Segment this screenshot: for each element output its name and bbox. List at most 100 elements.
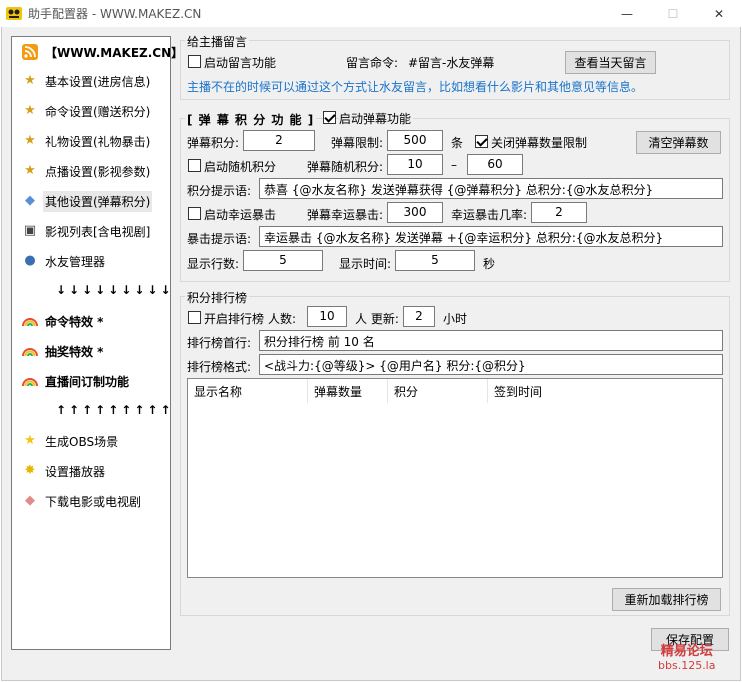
lucky-crit-checkbox[interactable] xyxy=(188,207,201,220)
display-rows-input[interactable]: 5 xyxy=(243,250,323,271)
column-header-checkin-time[interactable]: 签到时间 xyxy=(488,379,588,403)
arrows-down: ↓↓↓↓↓↓↓↓↓ xyxy=(56,283,174,297)
rank-list[interactable]: 显示名称 弹幕数量 积分 签到时间 xyxy=(187,378,723,578)
sidebar-item-player[interactable]: ✸ 设置播放器 xyxy=(12,458,168,484)
danmu-limit-input[interactable]: 500 xyxy=(387,130,443,151)
enable-danmu-label: 启动弹幕功能 xyxy=(339,110,414,127)
forum-watermark: 精易论坛 bbs.125.la xyxy=(658,645,715,673)
title-bar: 助手配置器 - WWW.MAKEZ.CN — ☐ ✕ xyxy=(0,0,742,27)
rank-first-row-input[interactable]: 积分排行榜 前 10 名 xyxy=(259,330,723,351)
medal-icon: ★ xyxy=(24,73,36,88)
sidebar-item-users[interactable]: ● 水友管理器 xyxy=(12,248,168,274)
message-command-value: #留言-水友弹幕 xyxy=(408,56,495,70)
star-icon: ★ xyxy=(24,433,36,448)
maximize-button[interactable]: ☐ xyxy=(650,0,696,27)
enable-danmu-checkbox[interactable] xyxy=(323,111,336,124)
medal-icon: ★ xyxy=(24,103,36,118)
rank-group-title: 积分排行榜 xyxy=(185,289,250,306)
view-today-messages-button[interactable]: 查看当天留言 xyxy=(565,51,656,74)
minimize-button[interactable]: — xyxy=(604,0,650,27)
close-button[interactable]: ✕ xyxy=(696,0,742,27)
window-title: 助手配置器 - WWW.MAKEZ.CN xyxy=(28,7,202,21)
rainbow-icon xyxy=(22,313,38,329)
display-time-unit: 秒 xyxy=(483,257,496,271)
crit-prompt-label: 暴击提示语: xyxy=(187,232,252,246)
random-max-input[interactable]: 60 xyxy=(467,154,523,175)
sidebar-item-label: 生成OBS场景 xyxy=(45,434,119,449)
rank-format-label: 排行榜格式: xyxy=(187,360,252,374)
sidebar-item-label: 点播设置(影视参数) xyxy=(45,164,151,179)
sidebar-item-label: 基本设置(进房信息) xyxy=(45,74,151,89)
sparkle-icon: ✸ xyxy=(24,463,36,478)
sidebar-item-label: 直播间订制功能 xyxy=(45,374,130,389)
danmu-limit-label: 弹幕限制: xyxy=(331,136,384,150)
sidebar-item-custom[interactable]: 直播间订制功能 xyxy=(12,368,168,394)
app-logo-icon xyxy=(6,5,22,21)
column-header-points[interactable]: 积分 xyxy=(388,379,488,403)
random-points-checkbox[interactable] xyxy=(188,159,201,172)
random-range-separator: – xyxy=(451,158,457,172)
sidebar-item-label: 下载电影或电视剧 xyxy=(45,494,142,509)
danmu-points-label: 弹幕积分: xyxy=(187,136,240,150)
clear-danmu-button[interactable]: 清空弹幕数 xyxy=(636,131,721,154)
rank-people-input[interactable]: 10 xyxy=(307,306,347,327)
column-header-name[interactable]: 显示名称 xyxy=(188,379,308,403)
arrows-up: ↑↑↑↑↑↑↑↑↑ xyxy=(56,403,174,417)
sidebar-item-command-fx[interactable]: 命令特效 * xyxy=(12,308,168,334)
rainbow-icon xyxy=(22,343,38,359)
sidebar-item-obs[interactable]: ★ 生成OBS场景 xyxy=(12,428,168,454)
sidebar-item-gift[interactable]: ★ 礼物设置(礼物暴击) xyxy=(12,128,168,154)
danmu-limit-unit: 条 xyxy=(451,136,464,150)
enable-message-checkbox[interactable] xyxy=(188,55,201,68)
rank-format-input[interactable]: <战斗力:{@等级}> {@用户名} 积分:{@积分} xyxy=(259,354,723,375)
lucky-crit-rate-input[interactable]: 2 xyxy=(531,202,587,223)
display-time-input[interactable]: 5 xyxy=(395,250,475,271)
sidebar-item-movies[interactable]: ▣ 影视列表[含电视剧] xyxy=(12,218,168,244)
sidebar-item-label: 命令设置(赠送积分) xyxy=(45,104,151,119)
points-prompt-input[interactable]: 恭喜 {@水友名称} 发送弹幕获得 {@弹幕积分} 总积分:{@水友总积分} xyxy=(259,178,723,199)
lucky-crit-rate-label: 幸运暴击几率: xyxy=(451,208,528,222)
close-limit-checkbox[interactable] xyxy=(475,135,488,148)
sidebar-item-label: 水友管理器 xyxy=(45,254,106,269)
tag-icon: ◆ xyxy=(25,193,35,208)
sidebar-item-command[interactable]: ★ 命令设置(赠送积分) xyxy=(12,98,168,124)
sidebar-item-label: 影视列表[含电视剧] xyxy=(45,224,151,239)
sidebar-item-label: 抽奖特效 * xyxy=(45,344,104,359)
enable-message-label: 启动留言功能 xyxy=(204,56,277,70)
rank-update-input[interactable]: 2 xyxy=(403,306,435,327)
danmu-group-title: [ 弹 幕 积 分 功 能 ] xyxy=(185,111,317,128)
display-time-label: 显示时间: xyxy=(339,257,392,271)
sidebar-item-label: 命令特效 * xyxy=(45,314,104,329)
film-icon: ▣ xyxy=(23,223,37,238)
display-rows-label: 显示行数: xyxy=(187,257,240,271)
sidebar-item-other[interactable]: ◆ 其他设置(弹幕积分) xyxy=(12,188,168,214)
rainbow-icon xyxy=(22,373,38,389)
sidebar-item-vod[interactable]: ★ 点播设置(影视参数) xyxy=(12,158,168,184)
sidebar-item-lottery-fx[interactable]: 抽奖特效 * xyxy=(12,338,168,364)
user-icon: ● xyxy=(24,253,36,268)
danmu-points-input[interactable]: 2 xyxy=(243,130,315,151)
sidebar: 【WWW.MAKEZ.CN】 ★ 基本设置(进房信息) ★ 命令设置(赠送积分)… xyxy=(11,36,183,650)
random-range-label: 弹幕随机积分: xyxy=(307,160,384,174)
sidebar-item-label: 设置播放器 xyxy=(45,464,106,479)
minimize-icon: — xyxy=(621,6,633,21)
crit-prompt-input[interactable]: 幸运暴击 {@水友名称} 发送弹幕 +{@幸运积分} 总积分:{@水友总积分} xyxy=(259,226,723,247)
medal-icon: ★ xyxy=(24,163,36,178)
column-header-danmu-count[interactable]: 弹幕数量 xyxy=(308,379,388,403)
maximize-icon: ☐ xyxy=(667,6,679,21)
sidebar-item-basic[interactable]: ★ 基本设置(进房信息) xyxy=(12,68,168,94)
enable-rank-checkbox[interactable] xyxy=(188,311,201,324)
sidebar-header[interactable]: 【WWW.MAKEZ.CN】 xyxy=(12,39,183,65)
rank-people-label: 人数: xyxy=(268,312,297,326)
rss-icon xyxy=(22,44,38,60)
lucky-crit-points-input[interactable]: 300 xyxy=(387,202,443,223)
sidebar-item-label: 礼物设置(礼物暴击) xyxy=(45,134,151,149)
sidebar-item-download[interactable]: ◆ 下载电影或电视剧 xyxy=(12,488,168,514)
rank-first-row-label: 排行榜首行: xyxy=(187,336,252,350)
random-min-input[interactable]: 10 xyxy=(387,154,443,175)
close-icon: ✕ xyxy=(713,6,725,21)
message-hint: 主播不在的时候可以通过这个方式让水友留言，比如想看什么影片和其他意见等信息。 xyxy=(187,80,644,94)
sidebar-header-label: 【WWW.MAKEZ.CN】 xyxy=(45,45,184,60)
reload-rank-button[interactable]: 重新加载排行榜 xyxy=(612,588,721,611)
message-command-label: 留言命令: xyxy=(346,56,399,70)
